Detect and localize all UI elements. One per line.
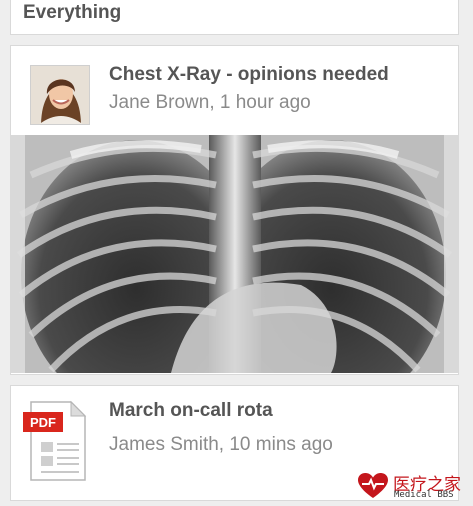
post-card-xray[interactable]: Chest X-Ray - opinions needed Jane Brown… xyxy=(10,45,459,375)
filter-label: Everything xyxy=(23,2,122,23)
pdf-badge: PDF xyxy=(30,415,56,430)
post-title[interactable]: March on-call rota xyxy=(109,400,273,422)
chest-xray-image[interactable] xyxy=(11,135,458,373)
heart-logo-icon xyxy=(358,473,388,498)
post-author-time: Jane Brown, 1 hour ago xyxy=(109,92,311,113)
post-author-time: James Smith, 10 mins ago xyxy=(109,434,333,455)
site-watermark: 医疗之家 Medical BBS xyxy=(358,470,473,506)
pdf-document-icon[interactable]: PDF xyxy=(23,398,89,482)
watermark-en: Medical BBS xyxy=(394,490,454,500)
avatar[interactable] xyxy=(30,65,90,125)
user-avatar-icon xyxy=(31,66,89,124)
post-title[interactable]: Chest X-Ray - opinions needed xyxy=(109,64,389,86)
filter-bar[interactable]: Everything xyxy=(10,0,459,35)
